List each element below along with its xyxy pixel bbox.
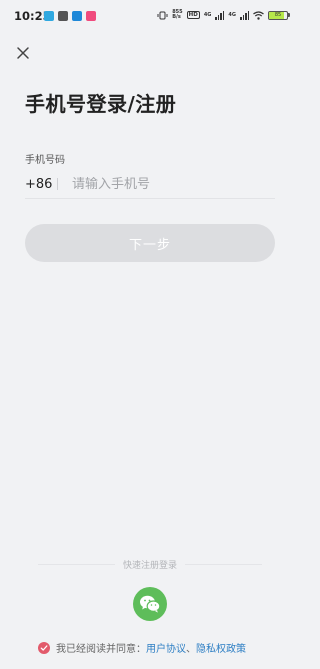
battery-level: 85 <box>274 11 282 18</box>
agreement-checkbox[interactable] <box>38 641 50 654</box>
page-title: 手机号登录/注册 <box>25 92 177 116</box>
divider-line <box>185 563 263 565</box>
status-bar: 10:25 855 B/s HD 4G 4G 85 <box>0 0 300 34</box>
signal-icon <box>215 10 225 20</box>
net-speed-unit: B/s <box>172 14 181 20</box>
app-notification-icon <box>86 11 96 21</box>
wifi-icon <box>253 10 264 20</box>
network-type-1: 4G <box>203 11 212 18</box>
phone-label: 手机号码 <box>25 155 65 166</box>
login-page: 10:25 855 B/s HD 4G 4G 85 手机号登录/注册 手机号码 … <box>0 0 300 669</box>
battery-icon: 85 <box>268 10 290 20</box>
notification-icons <box>44 11 96 21</box>
agreement-separator: 、 <box>186 644 196 655</box>
vibrate-icon <box>157 11 168 19</box>
wechat-login-button[interactable] <box>133 587 167 621</box>
status-indicators: 855 B/s HD 4G 4G 85 <box>157 10 290 20</box>
phone-input[interactable] <box>72 176 252 192</box>
close-icon <box>17 47 29 59</box>
hd-badge: HD <box>186 11 200 19</box>
field-divider <box>57 178 58 190</box>
phone-field-row: +86 <box>25 170 275 199</box>
divider-line <box>38 563 115 565</box>
net-speed: 855 B/s <box>172 10 182 20</box>
agreement-prefix: 我已经阅读并同意： <box>56 644 146 655</box>
user-agreement-link[interactable]: 用户协议 <box>146 640 186 655</box>
app-notification-icon <box>44 11 54 21</box>
quick-login-label: 快速注册登录 <box>123 560 178 571</box>
quick-login-divider: 快速注册登录 <box>38 557 263 571</box>
check-icon <box>40 644 48 651</box>
agreement-row: 我已经阅读并同意： 用户协议 、 隐私权政策 <box>38 640 246 655</box>
battery-cap <box>288 13 290 17</box>
close-button[interactable] <box>13 43 33 63</box>
network-type-2: 4G <box>228 11 236 18</box>
app-notification-icon <box>58 11 68 21</box>
next-button[interactable]: 下一步 <box>25 224 275 262</box>
country-code-selector[interactable]: +86 <box>25 177 57 192</box>
privacy-policy-link[interactable]: 隐私权政策 <box>196 640 246 655</box>
battery-body: 85 <box>268 10 288 20</box>
app-notification-icon <box>72 11 82 21</box>
signal-icon <box>240 10 249 20</box>
wechat-icon <box>140 595 161 613</box>
